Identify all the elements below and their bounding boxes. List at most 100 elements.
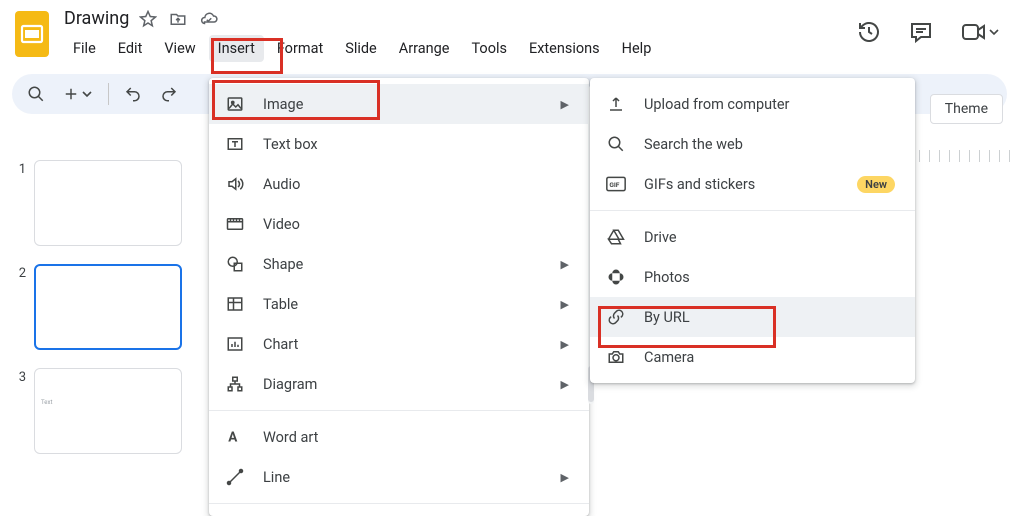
menu-label: Table bbox=[263, 296, 298, 313]
insert-shape-item[interactable]: Shape ▶ bbox=[209, 244, 589, 284]
image-photos-item[interactable]: Photos bbox=[590, 257, 915, 297]
comment-icon[interactable] bbox=[909, 20, 933, 44]
slide-thumb-3[interactable]: Text bbox=[34, 368, 182, 454]
svg-text:A: A bbox=[228, 430, 238, 446]
insert-textbox-item[interactable]: Text box bbox=[209, 124, 589, 164]
menu-edit[interactable]: Edit bbox=[109, 35, 152, 62]
menubar: File Edit View Insert Format Slide Arran… bbox=[64, 31, 660, 62]
menu-separator bbox=[209, 503, 589, 504]
menu-label: Photos bbox=[644, 269, 690, 286]
image-gifs-item[interactable]: GIF GIFs and stickers New bbox=[590, 164, 915, 204]
shape-icon bbox=[225, 254, 245, 274]
move-icon[interactable] bbox=[169, 10, 187, 28]
slide-number: 1 bbox=[12, 160, 26, 177]
new-slide-button[interactable] bbox=[56, 78, 100, 110]
menu-label: GIFs and stickers bbox=[644, 176, 755, 193]
ruler bbox=[919, 150, 1019, 162]
search-menus-button[interactable] bbox=[20, 78, 52, 110]
menu-label: Search the web bbox=[644, 136, 743, 153]
menu-label: Text box bbox=[263, 136, 318, 153]
cloud-status-icon[interactable] bbox=[199, 10, 219, 28]
slide-thumb-1[interactable] bbox=[34, 160, 182, 246]
image-upload-item[interactable]: Upload from computer bbox=[590, 84, 915, 124]
image-camera-item[interactable]: Camera bbox=[590, 337, 915, 377]
chart-icon bbox=[225, 334, 245, 354]
theme-button[interactable]: Theme bbox=[930, 94, 1003, 124]
image-submenu: Upload from computer Search the web GIF … bbox=[590, 78, 915, 383]
svg-text:GIF: GIF bbox=[609, 181, 619, 189]
insert-line-item[interactable]: Line ▶ bbox=[209, 457, 589, 497]
chevron-right-icon: ▶ bbox=[561, 258, 569, 271]
header-actions bbox=[857, 8, 1007, 44]
menu-arrange[interactable]: Arrange bbox=[390, 35, 459, 62]
redo-button[interactable] bbox=[153, 78, 185, 110]
slide-number: 2 bbox=[12, 264, 26, 281]
menu-label: Upload from computer bbox=[644, 96, 789, 113]
doc-title[interactable]: Drawing bbox=[64, 8, 129, 29]
menu-label: Word art bbox=[263, 429, 318, 446]
camera-icon bbox=[606, 347, 626, 367]
new-badge: New bbox=[857, 176, 895, 193]
diagram-icon bbox=[225, 374, 245, 394]
wordart-icon: A bbox=[225, 427, 245, 447]
menu-tools[interactable]: Tools bbox=[462, 35, 516, 62]
menu-format[interactable]: Format bbox=[268, 35, 332, 62]
menu-view[interactable]: View bbox=[155, 35, 204, 62]
link-icon bbox=[606, 307, 626, 327]
audio-icon bbox=[225, 174, 245, 194]
menu-separator bbox=[209, 410, 589, 411]
image-drive-item[interactable]: Drive bbox=[590, 217, 915, 257]
menu-label: Image bbox=[263, 96, 303, 113]
photos-icon bbox=[606, 267, 626, 287]
menu-file[interactable]: File bbox=[64, 35, 105, 62]
menu-insert[interactable]: Insert bbox=[209, 35, 264, 62]
textbox-icon bbox=[225, 134, 245, 154]
insert-dropdown: Image ▶ Text box Audio Video Shape ▶ Tab… bbox=[209, 78, 589, 516]
menu-label: Line bbox=[263, 469, 290, 486]
chevron-right-icon: ▶ bbox=[561, 471, 569, 484]
menu-help[interactable]: Help bbox=[613, 35, 661, 62]
insert-image-item[interactable]: Image ▶ bbox=[209, 84, 589, 124]
menu-label: Camera bbox=[644, 349, 694, 366]
menu-slide[interactable]: Slide bbox=[336, 35, 386, 62]
insert-wordart-item[interactable]: A Word art bbox=[209, 417, 589, 457]
table-icon bbox=[225, 294, 245, 314]
image-byurl-item[interactable]: By URL bbox=[590, 297, 915, 337]
menu-label: Audio bbox=[263, 176, 300, 193]
insert-table-item[interactable]: Table ▶ bbox=[209, 284, 589, 324]
chevron-right-icon: ▶ bbox=[561, 378, 569, 391]
app-header: Drawing File Edit View Insert Format Sli… bbox=[0, 0, 1019, 62]
menu-separator bbox=[590, 210, 915, 211]
gif-icon: GIF bbox=[606, 174, 626, 194]
insert-video-item[interactable]: Video bbox=[209, 204, 589, 244]
slides-logo bbox=[12, 8, 52, 60]
menu-extensions[interactable]: Extensions bbox=[520, 35, 609, 62]
menu-label: Shape bbox=[263, 256, 303, 273]
insert-audio-item[interactable]: Audio bbox=[209, 164, 589, 204]
search-icon bbox=[606, 134, 626, 154]
drive-icon bbox=[606, 227, 626, 247]
menu-label: Chart bbox=[263, 336, 298, 353]
menu-label: By URL bbox=[644, 309, 690, 326]
undo-button[interactable] bbox=[117, 78, 149, 110]
image-search-item[interactable]: Search the web bbox=[590, 124, 915, 164]
history-icon[interactable] bbox=[857, 20, 881, 44]
insert-diagram-item[interactable]: Diagram ▶ bbox=[209, 364, 589, 404]
star-icon[interactable] bbox=[139, 10, 157, 28]
meet-button[interactable] bbox=[961, 21, 999, 43]
slide-panel: 1 2 3 Text bbox=[12, 160, 182, 454]
slide-thumb-2[interactable] bbox=[34, 264, 182, 350]
menu-label: Video bbox=[263, 216, 300, 233]
title-area: Drawing File Edit View Insert Format Sli… bbox=[64, 8, 660, 62]
chevron-right-icon: ▶ bbox=[561, 298, 569, 311]
slide-number: 3 bbox=[12, 368, 26, 385]
line-icon bbox=[225, 467, 245, 487]
menu-label: Drive bbox=[644, 229, 677, 246]
chevron-right-icon: ▶ bbox=[561, 98, 569, 111]
chevron-right-icon: ▶ bbox=[561, 338, 569, 351]
image-icon bbox=[225, 94, 245, 114]
insert-chart-item[interactable]: Chart ▶ bbox=[209, 324, 589, 364]
menu-label: Diagram bbox=[263, 376, 317, 393]
upload-icon bbox=[606, 94, 626, 114]
video-icon bbox=[225, 214, 245, 234]
